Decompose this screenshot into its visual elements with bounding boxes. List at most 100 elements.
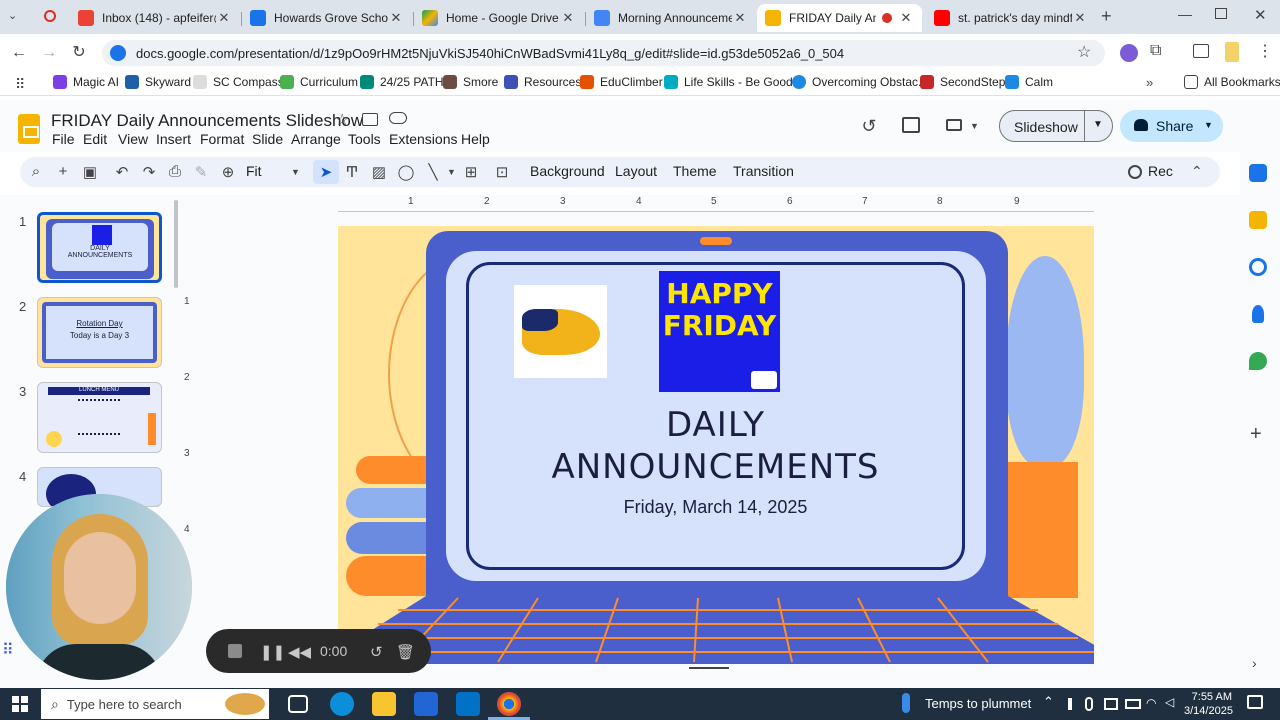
document-title[interactable]: FRIDAY Daily Announcements Slideshow bbox=[51, 111, 363, 131]
text-box-icon[interactable]: Ͳ bbox=[342, 163, 362, 181]
edge-icon[interactable] bbox=[330, 692, 354, 716]
zoom-icon[interactable]: ⊕ bbox=[218, 163, 238, 181]
tray-chevron-icon[interactable]: ⌃ bbox=[1043, 694, 1054, 710]
more-bookmarks-icon[interactable]: » bbox=[1146, 75, 1153, 90]
menu-format[interactable]: Format bbox=[200, 131, 244, 147]
delete-icon[interactable]: 🗑 bbox=[396, 643, 415, 661]
webcam-preview[interactable] bbox=[6, 494, 192, 680]
slide-title[interactable]: DAILY ANNOUNCEMENTS bbox=[466, 404, 965, 488]
replace-image-icon[interactable]: ⊞ bbox=[461, 163, 481, 181]
version-history-icon[interactable]: ↺ bbox=[858, 116, 880, 136]
bookmark-smore[interactable]: Smore bbox=[443, 75, 498, 89]
new-tab-icon[interactable]: + bbox=[1101, 6, 1112, 27]
menu-view[interactable]: View bbox=[118, 131, 148, 147]
add-addon-icon[interactable]: + bbox=[1250, 423, 1262, 446]
slideshow-button[interactable]: Slideshow ▼ bbox=[999, 110, 1113, 142]
add-comment-icon[interactable]: ⊡ bbox=[492, 163, 512, 181]
camera-tray-icon[interactable] bbox=[1104, 698, 1118, 710]
menu-file[interactable]: File bbox=[52, 131, 75, 147]
store-icon[interactable] bbox=[414, 692, 438, 716]
reload-icon[interactable]: ↻ bbox=[68, 42, 90, 64]
minimize-icon[interactable]: — bbox=[1178, 6, 1192, 22]
tiger-logo-image[interactable] bbox=[514, 285, 607, 378]
menu-help[interactable]: Help bbox=[461, 131, 490, 147]
menu-extensions[interactable]: Extensions bbox=[389, 131, 457, 147]
star-icon[interactable]: ☆ bbox=[1077, 42, 1091, 62]
menu-insert[interactable]: Insert bbox=[156, 131, 191, 147]
tasks-icon[interactable] bbox=[1249, 258, 1267, 276]
zoom-select[interactable]: Fit bbox=[246, 163, 262, 179]
weather-text[interactable]: Temps to plummet bbox=[925, 696, 1031, 711]
calendar-icon[interactable] bbox=[1249, 164, 1267, 182]
close-icon[interactable]: ✕ bbox=[1072, 10, 1088, 26]
image-icon[interactable]: ▨ bbox=[369, 163, 389, 181]
all-bookmarks[interactable]: All Bookmarks bbox=[1184, 75, 1280, 89]
tray-pen-icon[interactable] bbox=[1068, 698, 1072, 710]
undo-icon[interactable]: ↶ bbox=[112, 163, 132, 181]
star-icon[interactable]: ☆ bbox=[335, 110, 349, 130]
pause-icon[interactable]: ❚❚ bbox=[260, 643, 285, 661]
close-icon[interactable]: ✕ bbox=[898, 10, 914, 26]
microphone-icon[interactable] bbox=[1085, 697, 1093, 711]
paint-format-icon[interactable]: ✎ bbox=[191, 163, 211, 181]
bookmark-secondstep[interactable]: SecondStep bbox=[920, 75, 1005, 89]
maximize-icon[interactable] bbox=[1215, 8, 1227, 19]
resize-handle[interactable] bbox=[689, 667, 729, 669]
chevron-down-icon[interactable]: ▼ bbox=[447, 167, 456, 177]
close-icon[interactable]: ✕ bbox=[560, 10, 576, 26]
drag-handle-icon[interactable]: ⠿ bbox=[2, 640, 14, 660]
bookmark-sc-compass[interactable]: SC Compass bbox=[193, 75, 284, 89]
omnibox[interactable]: docs.google.com/presentation/d/1z9pOo9rH… bbox=[102, 40, 1105, 66]
filmstrip-scrollbar[interactable] bbox=[174, 200, 178, 288]
menu-tools[interactable]: Tools bbox=[348, 131, 381, 147]
slide-thumbnail-2[interactable]: Rotation Day Today is a Day 3 bbox=[37, 297, 162, 368]
menu-arrange[interactable]: Arrange bbox=[291, 131, 341, 147]
close-icon[interactable]: ✕ bbox=[732, 10, 748, 26]
slide-canvas[interactable]: HAPPY FRIDAY DAILY ANNOUNCEMENTS Friday,… bbox=[338, 226, 1094, 664]
shape-icon[interactable]: ◯ bbox=[396, 163, 416, 181]
tab-gmail[interactable]: Inbox (148) - apfeifer@hgs ✕ bbox=[70, 4, 240, 32]
bookmark-path[interactable]: 24/25 PATH bbox=[360, 75, 444, 89]
keep-icon[interactable] bbox=[1249, 211, 1267, 229]
profile-icon[interactable] bbox=[1225, 42, 1239, 62]
tab-morning-announcement[interactable]: Morning Announcement ✕ bbox=[586, 4, 756, 32]
happy-friday-image[interactable]: HAPPY FRIDAY bbox=[659, 271, 780, 392]
move-folder-icon[interactable] bbox=[362, 113, 378, 126]
tab-st-patricks[interactable]: st. patrick's day mindful ✕ bbox=[926, 4, 1096, 32]
volume-icon[interactable]: ◁ bbox=[1165, 695, 1174, 709]
site-info-icon[interactable] bbox=[110, 45, 126, 61]
theme-button[interactable]: Theme bbox=[673, 163, 717, 179]
chrome-icon[interactable] bbox=[497, 692, 521, 716]
share-dropdown-icon[interactable]: ▼ bbox=[1204, 120, 1213, 130]
transition-button[interactable]: Transition bbox=[733, 163, 794, 179]
tab-search-icon[interactable]: ⌄ bbox=[8, 9, 17, 22]
chevron-down-icon[interactable]: ▼ bbox=[970, 121, 979, 131]
maps-icon[interactable] bbox=[1249, 352, 1267, 370]
rewind-icon[interactable]: ◀◀ bbox=[288, 643, 311, 661]
line-icon[interactable]: ╲ bbox=[423, 163, 443, 181]
slides-logo-icon[interactable] bbox=[18, 114, 40, 144]
bookmark-educlimber[interactable]: EduClimber bbox=[580, 75, 663, 89]
tab-howards-grove[interactable]: Howards Grove School D ✕ bbox=[242, 4, 412, 32]
notifications-icon[interactable] bbox=[1247, 695, 1263, 709]
menu-slide[interactable]: Slide bbox=[252, 131, 283, 147]
bookmark-life-skills[interactable]: Life Skills - Be Good... bbox=[664, 75, 803, 89]
close-icon[interactable]: ✕ bbox=[216, 10, 232, 26]
extension-icon[interactable] bbox=[1120, 44, 1138, 62]
search-menus-icon[interactable]: ⌕ bbox=[26, 163, 46, 180]
menu-edit[interactable]: Edit bbox=[83, 131, 107, 147]
chevron-down-icon[interactable]: ▼ bbox=[291, 167, 300, 177]
print-icon[interactable]: ⎙ bbox=[165, 163, 185, 180]
chevron-down-icon[interactable]: ▼ bbox=[1093, 119, 1103, 130]
wifi-icon[interactable]: ◠ bbox=[1146, 696, 1156, 710]
tab-google-drive[interactable]: Home - Google Drive ✕ bbox=[414, 4, 584, 32]
system-clock[interactable]: 7:55 AM 3/14/2025 bbox=[1184, 690, 1233, 718]
close-icon[interactable]: ✕ bbox=[388, 10, 404, 26]
bookmark-calm[interactable]: Calm bbox=[1005, 75, 1053, 89]
meet-icon[interactable] bbox=[946, 119, 962, 131]
cursor-icon[interactable]: ➤ bbox=[316, 163, 336, 181]
contacts-icon[interactable] bbox=[1252, 305, 1264, 323]
task-view-icon[interactable] bbox=[288, 695, 308, 713]
slide-date[interactable]: Friday, March 14, 2025 bbox=[466, 497, 965, 518]
cast-icon[interactable] bbox=[1193, 44, 1209, 58]
